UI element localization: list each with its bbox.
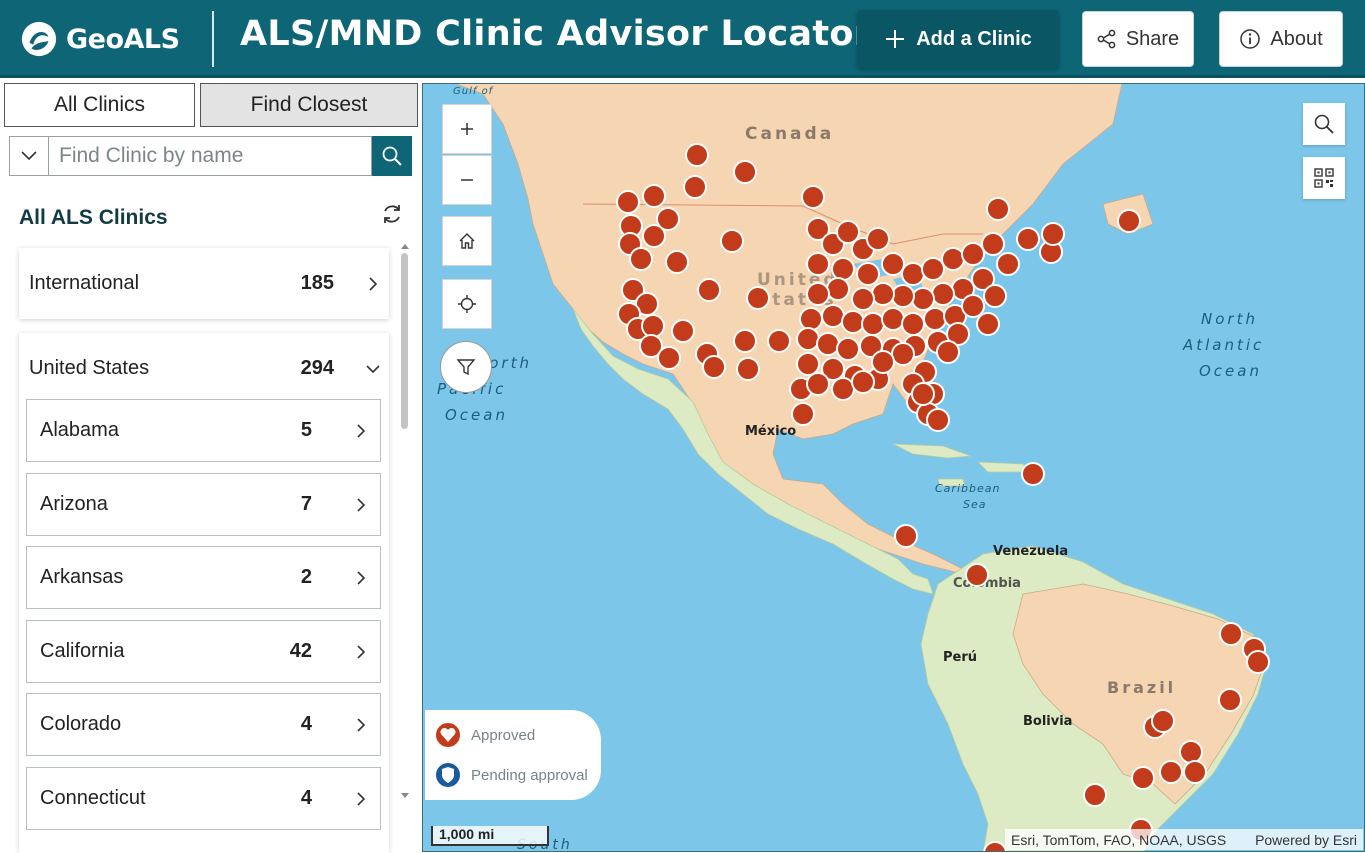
map-search-button[interactable] (1303, 103, 1345, 145)
scrollbar-thumb[interactable] (401, 253, 408, 429)
state-item-colorado[interactable]: Colorado 4 (26, 693, 381, 756)
qr-code-icon (1314, 168, 1334, 188)
clinic-search (9, 136, 412, 176)
search-icon (382, 146, 402, 166)
chevron-right-icon (357, 645, 366, 659)
refresh-icon[interactable] (380, 202, 404, 226)
search-icon (1314, 114, 1334, 134)
state-item-california[interactable]: California 42 (26, 620, 381, 683)
logo-icon (21, 21, 57, 57)
group-international[interactable]: International 185 (19, 248, 389, 319)
logo-text: GeoALS (66, 23, 180, 55)
state-label: California (40, 640, 125, 662)
zoom-out-button[interactable] (442, 155, 492, 205)
add-clinic-button[interactable]: Add a Clinic (857, 10, 1059, 68)
state-label: Connecticut (40, 787, 146, 809)
clinic-list-panel: All Clinics Find Closest All ALS Clinics… (0, 81, 420, 853)
state-item-arkansas[interactable]: Arkansas 2 (26, 546, 381, 609)
legend-approved-label: Approved (471, 726, 536, 744)
group-header[interactable]: United States 294 (19, 333, 389, 404)
state-label: Alabama (40, 419, 119, 441)
group-united-states: United States 294 Alabama 5 Arizona 7 Ar… (19, 333, 389, 853)
legend-approved: Approved (433, 720, 535, 750)
minus-icon (461, 179, 473, 181)
chevron-right-icon (357, 498, 366, 512)
state-item-connecticut[interactable]: Connecticut 4 (26, 767, 381, 830)
scroll-down-icon[interactable] (398, 791, 412, 801)
state-count: 4 (300, 713, 312, 735)
state-count: 2 (300, 566, 312, 588)
home-icon (459, 233, 475, 249)
group-label: United States (29, 357, 150, 379)
filter-icon (456, 359, 476, 376)
crosshair-icon (458, 295, 476, 313)
powered-by-text[interactable]: Powered by Esri (1255, 832, 1357, 848)
legend-pending-label: Pending approval (471, 766, 588, 784)
chevron-down-icon (366, 364, 380, 373)
qr-code-button[interactable] (1303, 157, 1345, 199)
chevron-right-icon (357, 571, 366, 585)
zoom-in-button[interactable] (442, 104, 492, 154)
state-count: 4 (300, 787, 312, 809)
chevron-right-icon (357, 792, 366, 806)
group-header: International 185 (19, 248, 389, 319)
chevron-down-icon (21, 151, 37, 161)
chevron-right-icon (369, 276, 378, 291)
list-scrollbar[interactable] (398, 241, 412, 801)
group-count: 185 (300, 272, 334, 294)
map-attribution: Esri, TomTom, FAO, NOAA, USGS Powered by… (1005, 829, 1363, 850)
chevron-right-icon (357, 718, 366, 732)
add-clinic-label: Add a Clinic (916, 27, 1032, 50)
state-count: 42 (289, 640, 312, 662)
share-label: Share (1125, 27, 1180, 50)
state-label: Arizona (40, 493, 108, 515)
pending-marker-icon (434, 761, 462, 789)
approved-marker-icon (434, 721, 462, 749)
geoals-logo[interactable]: GeoALS (20, 18, 180, 60)
legend-pending: Pending approval (433, 760, 588, 790)
group-count: 294 (300, 357, 334, 379)
header-divider (212, 11, 214, 67)
filter-button[interactable] (440, 341, 492, 393)
state-item-arizona[interactable]: Arizona 7 (26, 473, 381, 536)
state-label: Colorado (40, 713, 122, 735)
app-header: GeoALS ALS/MND Clinic Advisor Locator Ad… (0, 0, 1365, 78)
state-label: Arkansas (40, 566, 124, 588)
app-title: ALS/MND Clinic Advisor Locator (240, 14, 872, 54)
about-label: About (1270, 27, 1323, 50)
map-legend: Approved Pending approval (425, 710, 601, 800)
state-item-alabama[interactable]: Alabama 5 (26, 399, 381, 462)
locate-button[interactable] (442, 279, 492, 329)
state-count: 5 (300, 419, 312, 441)
search-button[interactable] (372, 136, 412, 176)
list-title: All ALS Clinics (19, 206, 168, 229)
tab-all-clinics[interactable]: All Clinics (4, 83, 195, 127)
attribution-text[interactable]: Esri, TomTom, FAO, NOAA, USGS (1011, 832, 1226, 848)
home-button[interactable] (442, 216, 492, 266)
tab-find-closest[interactable]: Find Closest (200, 83, 418, 127)
plus-icon (461, 123, 473, 135)
chevron-right-icon (357, 424, 366, 438)
group-label: International (29, 272, 140, 294)
about-button[interactable]: About (1219, 11, 1343, 67)
plus-icon (886, 30, 905, 48)
state-count: 7 (300, 493, 312, 515)
info-icon (1240, 29, 1261, 49)
share-icon (1097, 29, 1116, 49)
share-button[interactable]: Share (1082, 11, 1194, 67)
search-dropdown-button[interactable] (9, 136, 49, 176)
scroll-up-icon[interactable] (398, 241, 412, 251)
scale-bar: 1,000 mi (431, 826, 549, 846)
clinic-search-input[interactable] (48, 136, 372, 176)
